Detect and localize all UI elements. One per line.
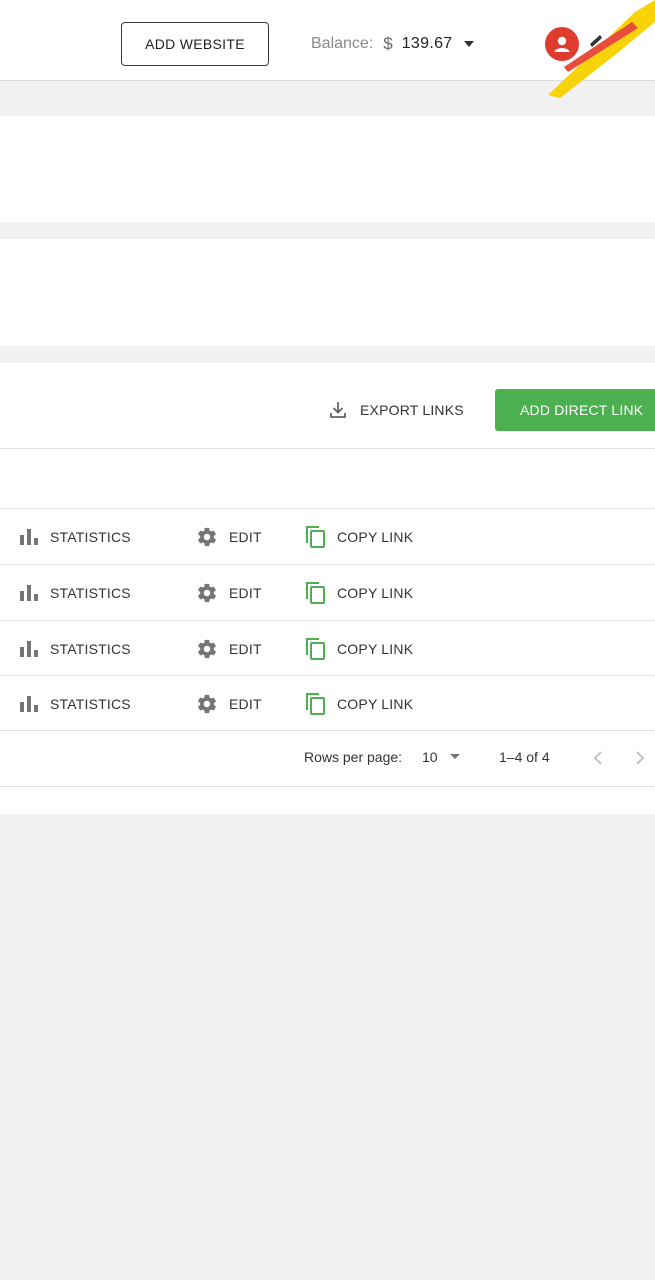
panel-footer-strip (0, 787, 655, 814)
copy-link-button[interactable]: COPY LINK (304, 621, 413, 676)
add-website-label: ADD WEBSITE (145, 36, 245, 52)
table-row: STATISTICS EDIT COPY LINK (0, 565, 655, 620)
chevron-left-icon (593, 751, 603, 765)
bar-chart-icon (18, 583, 40, 603)
chevron-right-icon (635, 751, 645, 765)
rows-per-page-label: Rows per page: (304, 749, 403, 765)
add-website-button[interactable]: ADD WEBSITE (121, 22, 269, 66)
gear-icon (196, 638, 218, 660)
balance-dropdown-icon[interactable] (464, 41, 475, 47)
copy-link-label: COPY LINK (337, 695, 414, 712)
balance-currency: $ (383, 34, 393, 53)
gear-icon (196, 582, 218, 604)
edit-label: EDIT (229, 528, 262, 545)
copy-link-label: COPY LINK (337, 640, 414, 657)
add-direct-link-label: ADD DIRECT LINK (520, 402, 644, 418)
bar-chart-icon (18, 694, 40, 714)
gear-icon (196, 693, 218, 715)
edit-label: EDIT (229, 695, 262, 712)
copy-icon (304, 525, 326, 549)
rows-per-page-value: 10 (422, 749, 438, 765)
page-range-label: 1–4 of 4 (499, 749, 550, 765)
download-icon (328, 400, 348, 420)
bar-chart-icon (18, 639, 40, 659)
copy-link-button[interactable]: COPY LINK (304, 509, 413, 564)
statistics-button[interactable]: STATISTICS (18, 621, 131, 676)
copy-icon (304, 692, 326, 716)
toolbar-divider (0, 448, 655, 449)
gear-icon (196, 526, 218, 548)
copy-link-button[interactable]: COPY LINK (304, 676, 413, 731)
statistics-label: STATISTICS (50, 528, 131, 545)
export-links-label: EXPORT LINKS (360, 402, 464, 418)
balance-label: Balance: (311, 35, 374, 52)
statistics-button[interactable]: STATISTICS (18, 509, 131, 564)
copy-icon (304, 581, 326, 605)
table-row: STATISTICS EDIT COPY LINK (0, 676, 655, 731)
copy-link-label: COPY LINK (337, 584, 414, 601)
edit-button[interactable]: EDIT (196, 676, 262, 731)
statistics-label: STATISTICS (50, 640, 131, 657)
top-bar: ADD WEBSITE Balance: $ 139.67 (0, 0, 655, 81)
statistics-label: STATISTICS (50, 584, 131, 601)
export-links-button[interactable]: EXPORT LINKS (328, 390, 464, 430)
user-icon (551, 33, 573, 55)
table-pagination: Rows per page: 10 1–4 of 4 (0, 730, 655, 786)
edit-button[interactable]: EDIT (196, 565, 262, 620)
summary-card-2 (0, 239, 655, 346)
bar-chart-icon (18, 527, 40, 547)
add-direct-link-button[interactable]: ADD DIRECT LINK (495, 389, 655, 431)
table-row: STATISTICS EDIT COPY LINK (0, 621, 655, 676)
chevron-down-icon (449, 754, 460, 760)
summary-card-1 (0, 116, 655, 222)
rows-per-page-select[interactable]: 10 (422, 749, 460, 765)
previous-page-button[interactable] (588, 747, 608, 769)
statistics-button[interactable]: STATISTICS (18, 565, 131, 620)
table-row: STATISTICS EDIT COPY LINK (0, 509, 655, 564)
next-page-button[interactable] (630, 747, 650, 769)
statistics-button[interactable]: STATISTICS (18, 676, 131, 731)
edit-button[interactable]: EDIT (196, 509, 262, 564)
copy-link-label: COPY LINK (337, 528, 414, 545)
statistics-label: STATISTICS (50, 695, 131, 712)
edit-label: EDIT (229, 640, 262, 657)
copy-icon (304, 637, 326, 661)
direct-links-panel: EXPORT LINKS ADD DIRECT LINK STATISTICS … (0, 363, 655, 787)
balance-amount: 139.67 (401, 35, 453, 52)
edit-button[interactable]: EDIT (196, 621, 262, 676)
balance-display: Balance: $ 139.67 (311, 30, 475, 58)
user-avatar[interactable] (545, 27, 579, 61)
copy-link-button[interactable]: COPY LINK (304, 565, 413, 620)
edit-label: EDIT (229, 584, 262, 601)
